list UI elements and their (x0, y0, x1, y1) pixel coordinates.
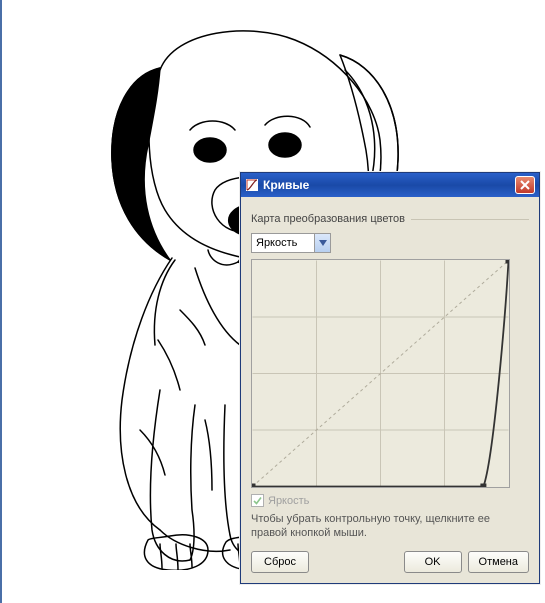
titlebar[interactable]: Кривые (241, 173, 539, 197)
close-button[interactable] (515, 176, 535, 194)
close-icon (520, 180, 530, 190)
brightness-checkbox-label: Яркость (268, 495, 309, 507)
canvas-left-border (0, 0, 2, 603)
brightness-checkbox (251, 494, 264, 507)
color-map-group: Карта преобразования цветов Яркость (251, 205, 529, 507)
curves-dialog: Кривые Карта преобразования цветов Яркос… (240, 172, 540, 584)
reset-button[interactable]: Сброс (251, 551, 309, 573)
chevron-down-icon (314, 234, 330, 252)
check-icon (253, 496, 262, 505)
cancel-button[interactable]: Отмена (468, 551, 529, 573)
dialog-title: Кривые (263, 178, 515, 192)
curve-graph[interactable] (251, 259, 510, 488)
hint-text: Чтобы убрать контрольную точку, щелкните… (251, 513, 529, 541)
channel-select-value: Яркость (256, 237, 314, 249)
group-label: Карта преобразования цветов (251, 213, 411, 225)
curves-icon (245, 178, 259, 192)
ok-button[interactable]: OK (404, 551, 462, 573)
channel-select[interactable]: Яркость (251, 233, 331, 253)
